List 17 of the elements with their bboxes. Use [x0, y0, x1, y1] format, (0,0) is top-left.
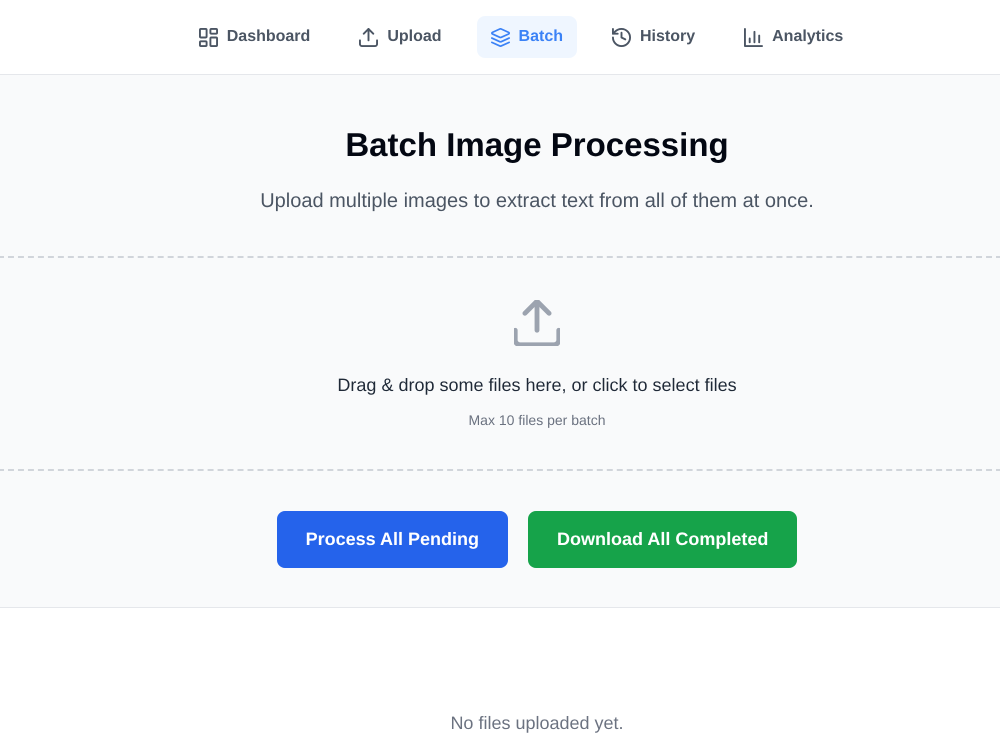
empty-message: No files uploaded yet. [450, 712, 624, 735]
process-button[interactable]: Process All Pending [276, 511, 508, 568]
nav-tab[interactable]: Upload [345, 16, 456, 58]
page-subtitle: Upload multiple images to extract text from all of them at once. [260, 189, 814, 214]
bar-chart-icon [744, 28, 764, 46]
nav-tab[interactable]: Dashboard [184, 16, 324, 58]
drop-prompt: Drag & drop some files here, or click to select files [337, 374, 737, 397]
grid-icon [198, 28, 218, 46]
page-title: Batch Image Processing [345, 125, 729, 165]
drop-zone[interactable]: Drag & drop some files here, or click to select files Max 10 files per batch [0, 256, 1000, 471]
drop-hint: Max 10 files per batch [468, 411, 606, 430]
layers-icon [490, 28, 510, 46]
nav-tab[interactable]: Analytics [730, 16, 858, 58]
history-icon [612, 28, 631, 46]
upload-icon [514, 300, 560, 346]
upload-icon [359, 28, 378, 46]
nav-tab[interactable]: History [598, 16, 710, 58]
